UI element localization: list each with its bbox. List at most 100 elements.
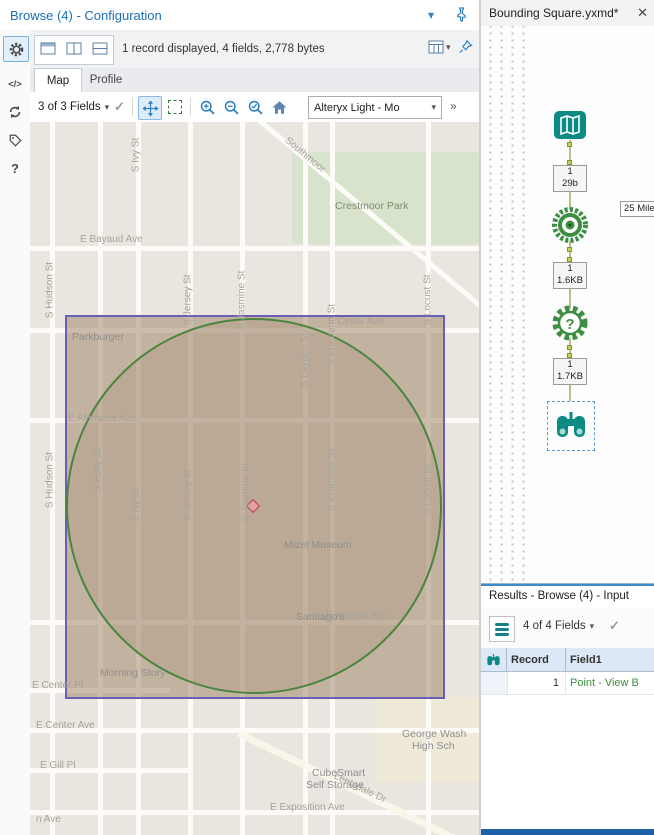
results-accent-line <box>481 584 654 586</box>
data-size: 1.6KB <box>557 275 583 286</box>
connection-progress-3[interactable]: 1 1.7KB <box>553 358 587 385</box>
tool-spatial-process[interactable]: ? <box>550 303 590 346</box>
tab-profile-label: Profile <box>89 73 123 86</box>
street-label: S Leyden St <box>299 332 311 388</box>
panel-collapse-chevron-icon[interactable]: ▾ <box>428 8 434 22</box>
record-number-cell[interactable]: 1 <box>507 672 565 695</box>
apply-check-icon[interactable]: ✓ <box>114 99 125 115</box>
tag-icon[interactable] <box>3 128 27 152</box>
street-label: E Exposition Ave <box>270 802 345 813</box>
layout-split-horizontal-icon[interactable] <box>92 42 108 58</box>
connection-anchor-dot <box>567 345 572 350</box>
configuration-panel-title: Browse (4) - Configuration <box>10 8 162 23</box>
poi-label: Morning Story <box>100 667 166 679</box>
open-in-window-button[interactable]: ▾ <box>428 40 451 54</box>
column-header-label: Field1 <box>570 653 602 666</box>
results-bottom-bar <box>481 829 654 835</box>
workflow-canvas[interactable]: 1 29b 25 Miles 1 1.6KB ? 1 <box>481 26 654 583</box>
street-label: E Center Ave <box>36 720 95 731</box>
tool-trade-area[interactable] <box>550 205 590 248</box>
canvas-grid-dots <box>481 26 529 583</box>
street-label: S Locust St <box>422 464 434 516</box>
record-count: 1 <box>567 166 573 177</box>
zoom-in-button[interactable] <box>196 96 218 118</box>
zoom-to-selection-button[interactable] <box>244 96 266 118</box>
trade-area-annotation[interactable]: 25 Miles <box>620 201 654 217</box>
street-label: E Gill Pl <box>40 760 76 771</box>
right-panel: Bounding Square.yxmd* ✕ 1 29b 25 Mil 1 1… <box>481 0 654 835</box>
data-view-icon[interactable] <box>489 616 515 642</box>
xml-code-icon[interactable]: </> <box>3 72 27 96</box>
poi-label: Crestmoor Park <box>335 200 409 212</box>
help-icon[interactable]: ? <box>3 156 27 180</box>
tool-browse[interactable] <box>554 409 588 444</box>
poi-label: Self Storage <box>306 779 364 791</box>
configuration-sidebar: </> ? <box>0 30 31 835</box>
row-gutter <box>481 672 508 695</box>
panel-pin-icon[interactable] <box>454 6 469 25</box>
street-label: E Bayaud Ave <box>80 234 143 245</box>
record-status-text: 1 record displayed, 4 fields, 2,778 byte… <box>122 43 325 55</box>
toolbar-overflow-chevrons[interactable]: » <box>450 99 457 113</box>
results-panel: Results - Browse (4) - Input 4 of 4 Fiel… <box>481 583 654 835</box>
select-marquee-button[interactable] <box>164 96 186 118</box>
map-toolbar: 3 of 3 Fields ▾ ✓ Alteryx Light - Mo ▾ » <box>30 92 479 123</box>
pan-tool-button[interactable] <box>138 96 162 120</box>
results-column-icon-header[interactable] <box>481 648 507 672</box>
chevron-down-icon: ▾ <box>589 620 595 631</box>
connection-progress-2[interactable]: 1 1.6KB <box>553 262 587 289</box>
tab-map[interactable]: Map <box>34 68 82 92</box>
fields-dropdown[interactable]: 3 of 3 Fields ▾ <box>38 97 109 117</box>
configuration-panel-header: Browse (4) - Configuration ▾ <box>0 0 479 31</box>
toolbar-pin-icon[interactable] <box>458 39 473 58</box>
basemap-dropdown-label: Alteryx Light - Mo <box>314 101 400 114</box>
street-label: S Jasmine St <box>240 462 252 522</box>
basemap-dropdown[interactable]: Alteryx Light - Mo ▾ <box>308 96 442 119</box>
refresh-icon[interactable] <box>3 100 27 124</box>
layout-single-icon[interactable] <box>40 42 56 58</box>
browse-toolbar: 1 record displayed, 4 fields, 2,778 byte… <box>30 30 479 69</box>
results-column-field1[interactable]: Field1 <box>565 648 654 672</box>
workflow-tab[interactable]: Bounding Square.yxmd* ✕ <box>481 0 654 27</box>
record-count: 1 <box>567 263 573 274</box>
connection-anchor-dot <box>567 142 572 147</box>
results-fields-label: 4 of 4 Fields <box>523 620 586 632</box>
results-check-icon[interactable]: ✓ <box>609 618 620 634</box>
street-label: E Center Pl <box>32 680 84 691</box>
tab-map-label: Map <box>46 74 70 87</box>
home-extent-button[interactable] <box>268 96 290 118</box>
connection-anchor-dot <box>567 247 572 252</box>
record-count: 1 <box>567 359 573 370</box>
map-canvas[interactable]: S Hudson St S Hudson St S Holly St S Ivy… <box>30 122 479 835</box>
column-header-label: Record <box>511 653 549 666</box>
results-column-record[interactable]: Record <box>507 648 565 672</box>
tool-selection-box <box>547 401 595 451</box>
spatial-object-link[interactable]: Point - View B <box>566 677 639 689</box>
street-label: S Jasmine St <box>236 270 248 330</box>
record-number: 1 <box>552 677 559 689</box>
poi-label: CubeSmart <box>312 767 366 779</box>
spatial-value-cell[interactable]: Point - View B <box>565 672 654 695</box>
tab-profile[interactable]: Profile <box>80 68 132 91</box>
chevron-down-icon: ▾ <box>104 101 110 112</box>
toolbar-separator <box>190 98 191 116</box>
street-label: n Ave <box>36 814 61 825</box>
layout-split-vertical-icon[interactable] <box>66 42 82 58</box>
data-size: 1.7KB <box>557 371 583 382</box>
binoculars-icon <box>487 653 500 665</box>
settings-gear-icon[interactable] <box>3 36 29 62</box>
zoom-out-button[interactable] <box>220 96 242 118</box>
workflow-tab-title: Bounding Square.yxmd* <box>489 6 619 20</box>
data-size: 29b <box>562 178 578 189</box>
tool-map-input[interactable] <box>553 110 587 143</box>
street-label: S Locust St <box>422 274 434 326</box>
results-toolbar: 4 of 4 Fields ▾ ✓ <box>481 608 654 649</box>
street-label: S Hudson St <box>44 261 56 319</box>
results-fields-dropdown[interactable]: 4 of 4 Fields ▾ <box>523 620 594 632</box>
connection-progress-1[interactable]: 1 29b <box>553 165 587 192</box>
close-icon[interactable]: ✕ <box>637 5 648 21</box>
svg-text:?: ? <box>565 316 574 333</box>
street-label: E Alameda Ave <box>68 413 136 424</box>
results-panel-title: Results - Browse (4) - Input <box>489 590 629 602</box>
street-label: E Cedar Ave <box>328 316 384 327</box>
